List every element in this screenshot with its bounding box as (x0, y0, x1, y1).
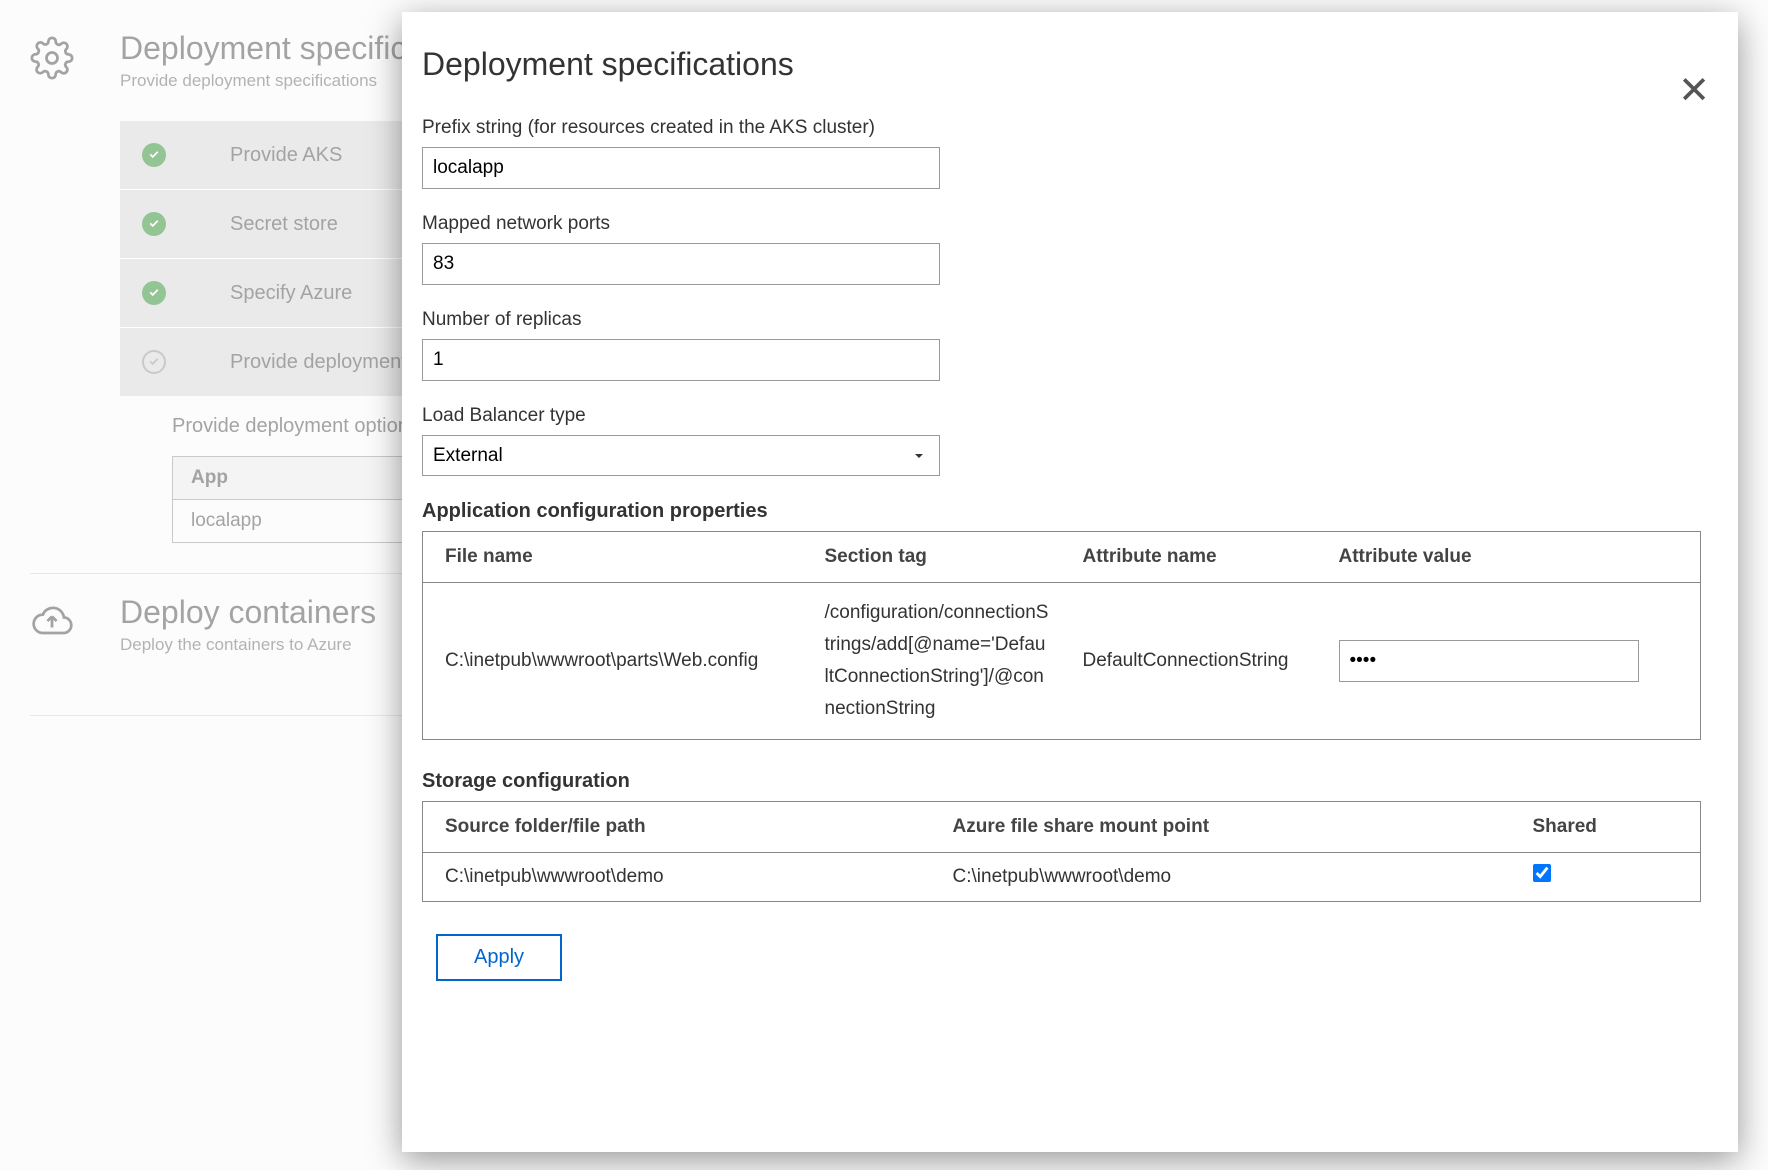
step-label: Specify Azure (230, 282, 352, 305)
col-attr-value: Attribute value (1317, 532, 1701, 583)
step-label: Secret store (230, 213, 338, 236)
col-file-name: File name (423, 532, 803, 583)
load-balancer-select[interactable]: External (422, 435, 940, 476)
cell-section-tag: /configuration/connectionStrings/add[@na… (803, 583, 1061, 740)
shared-checkbox[interactable] (1533, 864, 1551, 882)
apply-button[interactable]: Apply (436, 934, 562, 981)
replicas-label: Number of replicas (422, 309, 1718, 331)
cell-attr-name: DefaultConnectionString (1061, 583, 1317, 740)
check-icon (142, 281, 166, 305)
app-config-table: File name Section tag Attribute name Att… (422, 531, 1701, 740)
app-config-heading: Application configuration properties (422, 500, 1718, 523)
col-attr-name: Attribute name (1061, 532, 1317, 583)
cell-attr-value (1317, 583, 1701, 740)
modal-title: Deployment specifications (422, 46, 1718, 83)
deployment-spec-modal: ✕ Deployment specifications Prefix strin… (402, 12, 1738, 1152)
ports-input[interactable] (422, 243, 940, 285)
storage-config-table: Source folder/file path Azure file share… (422, 801, 1701, 902)
col-shared: Shared (1511, 802, 1701, 853)
cell-source-path: C:\inetpub\wwwroot\demo (423, 853, 931, 902)
replicas-input[interactable] (422, 339, 940, 381)
gear-icon (30, 30, 120, 543)
check-icon (142, 143, 166, 167)
attr-value-input[interactable] (1339, 640, 1639, 682)
step-label: Provide deployment (230, 351, 407, 374)
prefix-label: Prefix string (for resources created in … (422, 117, 1718, 139)
table-row: C:\inetpub\wwwroot\demo C:\inetpub\wwwro… (423, 853, 1701, 902)
cell-shared (1511, 853, 1701, 902)
col-source-path: Source folder/file path (423, 802, 931, 853)
close-icon[interactable]: ✕ (1678, 72, 1710, 110)
check-pending-icon (142, 350, 166, 374)
storage-heading: Storage configuration (422, 770, 1718, 793)
check-icon (142, 212, 166, 236)
cloud-upload-icon (30, 594, 120, 685)
cell-file-name: C:\inetpub\wwwroot\parts\Web.config (423, 583, 803, 740)
cell-mount-point: C:\inetpub\wwwroot\demo (931, 853, 1511, 902)
col-mount-point: Azure file share mount point (931, 802, 1511, 853)
table-row: C:\inetpub\wwwroot\parts\Web.config /con… (423, 583, 1701, 740)
load-balancer-label: Load Balancer type (422, 405, 1718, 427)
ports-label: Mapped network ports (422, 213, 1718, 235)
step-label: Provide AKS (230, 144, 342, 167)
col-section-tag: Section tag (803, 532, 1061, 583)
prefix-input[interactable] (422, 147, 940, 189)
